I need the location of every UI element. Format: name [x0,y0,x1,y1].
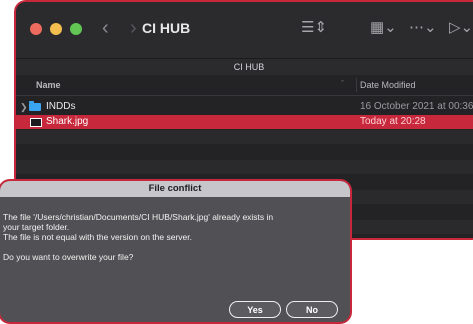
message-line: your target folder. [3,222,70,232]
message-line: The file is not equal with the version o… [3,232,192,242]
message-line: The file '/Users/christian/Documents/CI … [3,212,274,222]
file-conflict-dialog: File conflict The file '/Users/christian… [0,179,352,324]
column-divider[interactable] [356,78,357,92]
date-column-header[interactable]: Date Modified [360,80,416,90]
zoom-window-button[interactable] [70,23,82,35]
disclosure-triangle-icon[interactable]: ❯ [20,100,28,114]
list-item[interactable]: ❯ INDDs 16 October 2021 at 00:36 [16,100,473,114]
path-bar: CI HUB [16,58,473,75]
close-window-button[interactable] [30,23,42,35]
sort-arrow-icon[interactable]: ˆ [341,79,344,89]
list-view-icon[interactable]: ☰⇕ [301,19,327,37]
name-column-header[interactable]: Name [36,80,61,90]
minimize-window-button[interactable] [50,23,62,35]
list-item-selected[interactable]: Shark.jpg Today at 20:28 [16,115,473,129]
chevron-right-icon[interactable]: › [130,16,137,40]
item-date: Today at 20:28 [360,116,426,127]
message-line [3,242,343,252]
dialog-title: File conflict [0,181,350,197]
item-date: 16 October 2021 at 00:36 [360,101,473,112]
folder-icon [29,101,41,111]
dialog-message: The file '/Users/christian/Documents/CI … [3,212,343,262]
finder-toolbar: ‹ › CI HUB ☰⇕ ▦⌄ ⋯⌄ ▷⌄ [16,2,473,58]
window-title: CI HUB [142,20,191,36]
item-name: INDDs [46,101,76,112]
more-options-icon[interactable]: ⋯⌄ [409,19,437,37]
image-file-icon [30,118,42,127]
empty-row [16,145,473,159]
column-header: Name ˆ Date Modified [16,75,473,96]
yes-button[interactable]: Yes [229,301,281,318]
chevron-left-icon[interactable]: ‹ [102,16,109,40]
empty-row [16,130,473,144]
grid-view-icon[interactable]: ▦⌄ [370,19,397,37]
no-button[interactable]: No [286,301,338,318]
message-line: Do you want to overwrite your file? [3,252,134,262]
tag-icon[interactable]: ▷⌄ [449,19,473,37]
item-name: Shark.jpg [46,116,89,127]
empty-row [16,160,473,174]
